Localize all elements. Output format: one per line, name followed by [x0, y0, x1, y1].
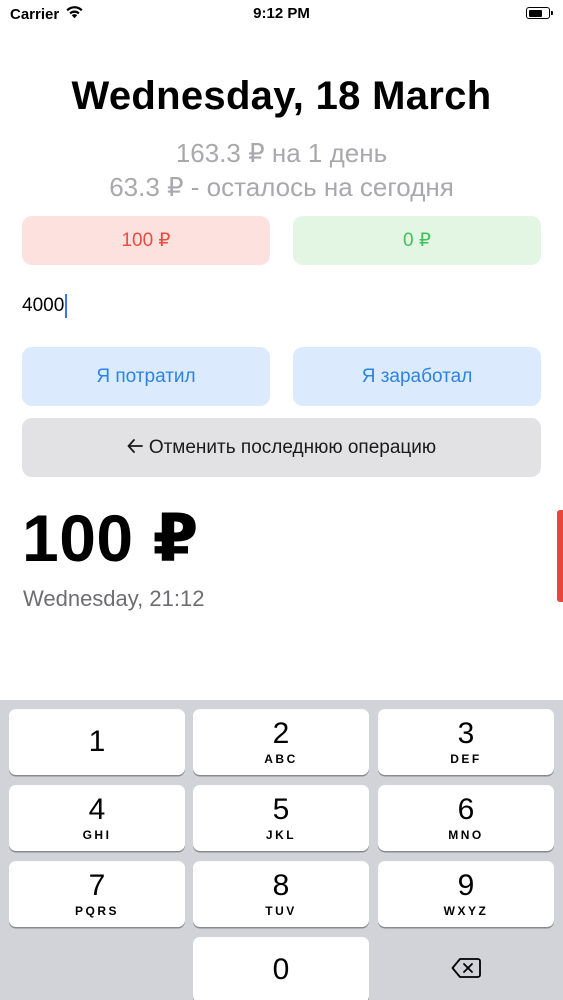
key-8[interactable]: 8 TUV [193, 861, 369, 927]
key-letters: MNO [448, 828, 484, 842]
last-operation-amount: 100 ₽ [22, 501, 199, 575]
key-4[interactable]: 4 GHI [9, 785, 185, 851]
total-spent-badge: 100 ₽ [22, 216, 270, 265]
key-1[interactable]: 1 [9, 709, 185, 775]
battery-level [528, 9, 542, 17]
key-0[interactable]: 0 [193, 937, 369, 1000]
text-caret [65, 294, 68, 318]
backspace-icon [451, 957, 481, 984]
key-letters: GHI [82, 828, 112, 842]
spent-button[interactable]: Я потратил [22, 347, 270, 406]
key-digit: 3 [457, 717, 475, 750]
total-earned-badge: 0 ₽ [293, 216, 541, 265]
key-2[interactable]: 2 ABC [193, 709, 369, 775]
backspace-key[interactable] [378, 937, 554, 1000]
key-digit: 4 [88, 793, 106, 826]
undo-last-operation-button[interactable]: Отменить последнюю операцию [22, 418, 541, 477]
key-digit: 5 [272, 793, 290, 826]
screen: Carrier 9:12 PM Wednesday, 18 March 163.… [0, 0, 563, 1000]
earned-button[interactable]: Я заработал [293, 347, 541, 406]
key-6[interactable]: 6 MNO [378, 785, 554, 851]
key-digit: 2 [272, 717, 290, 750]
amount-input[interactable]: 4000 [22, 292, 322, 320]
key-digit: 8 [272, 869, 290, 902]
key-digit: 7 [88, 869, 106, 902]
scroll-indicator[interactable] [557, 510, 563, 602]
last-operation-time: Wednesday, 21:12 [23, 586, 205, 611]
key-digit: 9 [457, 869, 475, 902]
amount-input-value: 4000 [22, 295, 65, 316]
key-7[interactable]: 7 PQRS [9, 861, 185, 927]
key-letters: JKL [265, 828, 297, 842]
key-digit: 1 [88, 725, 106, 758]
key-letters: ABC [264, 752, 298, 766]
key-letters: PQRS [74, 904, 119, 918]
key-letters: DEF [450, 752, 482, 766]
key-letters: TUV [265, 904, 297, 918]
date-title: Wednesday, 18 March [71, 74, 492, 118]
key-9[interactable]: 9 WXYZ [378, 861, 554, 927]
arrow-left-icon [127, 437, 143, 459]
status-time: 9:12 PM [253, 5, 310, 22]
key-digit: 0 [272, 953, 290, 986]
battery-icon [526, 7, 553, 19]
status-bar: Carrier 9:12 PM [0, 0, 563, 30]
key-letters: WXYZ [443, 904, 489, 918]
key-5[interactable]: 5 JKL [193, 785, 369, 851]
numeric-keyboard: 1 2 ABC 3 DEF 4 GHI 5 JKL 6 MNO 7 PQRS 8… [0, 700, 563, 1000]
key-digit: 6 [457, 793, 475, 826]
key-3[interactable]: 3 DEF [378, 709, 554, 775]
undo-label: Отменить последнюю операцию [148, 436, 437, 458]
remaining-today-label: 63.3 ₽ - осталось на сегодня [109, 172, 454, 202]
daily-limit-label: 163.3 ₽ на 1 день [175, 138, 388, 168]
